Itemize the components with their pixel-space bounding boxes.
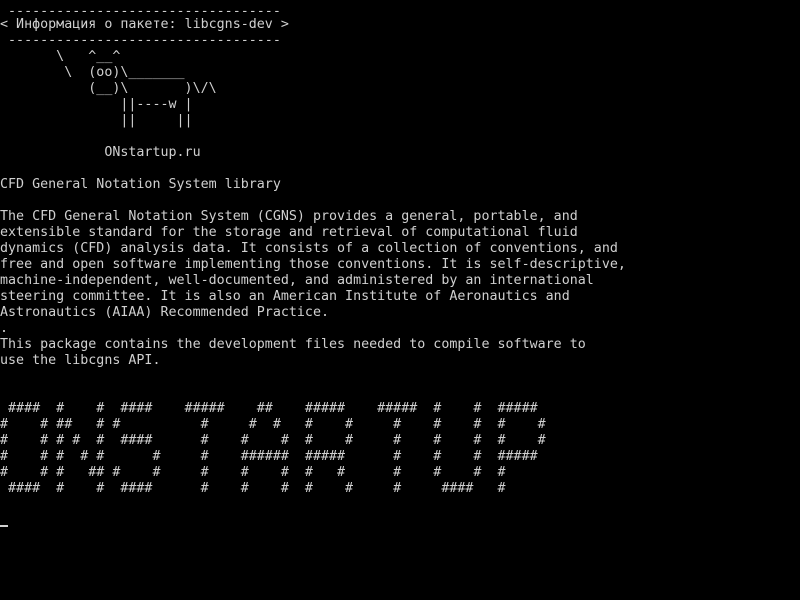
cowsay-art-line: \ (oo)\_______	[0, 65, 185, 80]
description-line: free and open software implementing thos…	[0, 257, 626, 272]
description-line: steering committee. It is also an Americ…	[0, 289, 570, 304]
text-cursor[interactable]	[0, 525, 8, 527]
cowsay-art-line: \ ^__^	[0, 49, 121, 64]
terminal-screen[interactable]: ---------------------------------- < Инф…	[0, 0, 800, 600]
description-line: Astronautics (AIAA) Recommended Practice…	[0, 305, 329, 320]
description-separator: .	[0, 321, 9, 336]
banner-art-line: # # # # # # # ###### ##### # # # #####	[0, 449, 538, 464]
cowsay-art-line: || ||	[0, 113, 193, 128]
cowsay-art-line: (__)\ )\/\	[0, 81, 217, 96]
banner-art-line: #### # # #### # # # # # # #### #	[0, 481, 506, 496]
description-line: dynamics (CFD) analysis data. It consist…	[0, 241, 618, 256]
description-line: This package contains the development fi…	[0, 337, 586, 352]
description-line: machine-independent, well-documented, an…	[0, 273, 594, 288]
package-info-title: < Информация о пакете: libcgns-dev >	[0, 17, 289, 32]
description-line: The CFD General Notation System (CGNS) p…	[0, 209, 578, 224]
banner-art-line: #### # # #### ##### ## ##### ##### # # #…	[0, 401, 538, 416]
banner-art-line: # # # # # #### # # # # # # # # # #	[0, 433, 546, 448]
site-credit: ONstartup.ru	[0, 145, 201, 160]
description-line: use the libcgns API.	[0, 353, 161, 368]
package-summary: CFD General Notation System library	[0, 177, 281, 192]
banner-art-line: # # ## # # # # # # # # # # # #	[0, 417, 546, 432]
cowsay-art-line: ||----w |	[0, 97, 193, 112]
description-line: extensible standard for the storage and …	[0, 225, 578, 240]
header-border-bottom: ----------------------------------	[0, 33, 281, 48]
banner-art-line: # # # ## # # # # # # # # # # #	[0, 465, 506, 480]
